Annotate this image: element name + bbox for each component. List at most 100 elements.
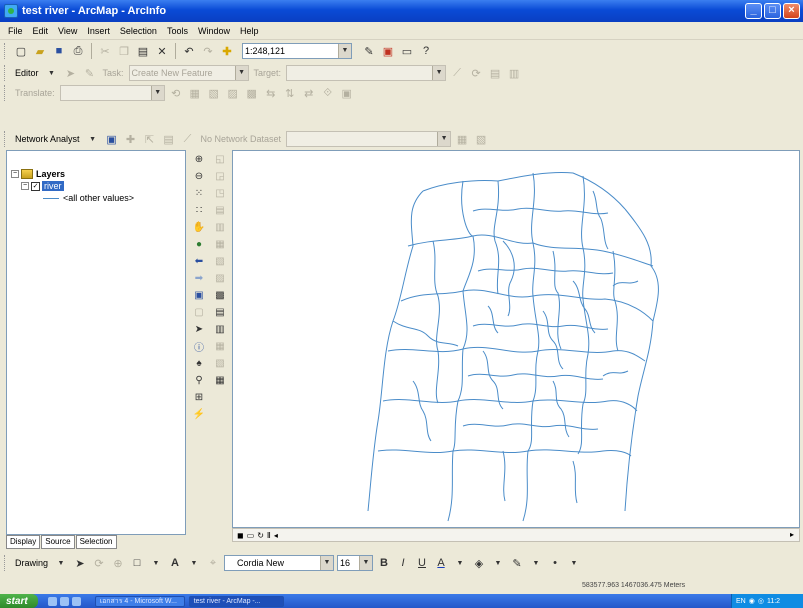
scroll-left-icon[interactable]: ◂ [274,531,278,540]
toc-layers-row[interactable]: − Layers [11,169,65,179]
chevron-down-icon[interactable]: ▼ [150,86,164,100]
add-data-icon[interactable]: ✚ [219,43,235,59]
chevron-down-icon[interactable]: ▼ [432,66,446,80]
tab-selection[interactable]: Selection [75,535,117,549]
go-to-xy-icon[interactable]: ⚲ [192,373,206,387]
menu-insert[interactable]: Insert [83,25,114,37]
new-document-icon[interactable]: ▢ [13,43,29,59]
tool-icon[interactable]: ▦ [187,85,203,101]
cut-icon[interactable]: ✂ [97,43,113,59]
find-icon[interactable]: ♠ [192,356,206,370]
chevron-down-icon[interactable]: ▼ [437,132,451,146]
copy-icon[interactable]: ❐ [116,43,132,59]
language-indicator[interactable]: EN [736,598,746,605]
tool-icon[interactable]: ◳ [213,186,227,200]
directions-icon[interactable]: ▧ [473,131,489,147]
zoom-to-element-icon[interactable]: ⊕ [110,555,126,571]
tool-icon[interactable]: ▧ [213,254,227,268]
attributes-icon[interactable]: ▤ [487,65,503,81]
clock[interactable]: 11:2 [767,598,780,605]
chevron-down-icon[interactable]: ▼ [528,555,544,571]
toolbar-grip[interactable] [4,555,7,571]
italic-button[interactable]: I [395,555,411,571]
taskbar-item-word[interactable]: เอกสาร 4 - Microsoft W... [94,595,185,607]
table-icon[interactable]: ▦ [213,373,227,387]
menu-edit[interactable]: Edit [29,25,53,37]
layout-scrollbar[interactable]: ◼ ▭ ↻ Ⅱ ◂ ▸ [232,528,800,542]
rotate-icon[interactable]: ⟲ [168,85,184,101]
hyperlink-icon[interactable]: ⚡ [192,407,206,421]
delete-icon[interactable]: ✕ [154,43,170,59]
bold-button[interactable]: B [376,555,392,571]
rotate-icon[interactable]: ⟳ [91,555,107,571]
data-view-icon[interactable]: ◼ [237,531,244,540]
font-size-combo[interactable]: 16 ▼ [337,555,374,571]
target-combo[interactable]: ▼ [286,65,447,81]
map-view[interactable] [232,150,800,528]
split-tool-icon[interactable]: ⟋ [449,65,465,81]
tool-icon[interactable]: ▣ [339,85,355,101]
chevron-down-icon[interactable]: ▼ [234,66,248,80]
close-button[interactable]: × [783,3,800,19]
chevron-down-icon[interactable]: ▼ [566,555,582,571]
edit-vertices-icon[interactable]: ⌖ [205,555,221,571]
previous-extent-icon[interactable]: ⬅ [192,254,206,268]
title-bar[interactable]: test river - ArcMap - ArcInfo _ □ × [0,0,803,22]
measure-icon[interactable]: ⊞ [192,390,206,404]
fill-color-icon[interactable]: ◈ [471,555,487,571]
tool-icon[interactable]: ⟐ [320,85,336,101]
translate-combo[interactable]: ▼ [59,85,165,101]
select-elements-icon[interactable]: ➤ [72,555,88,571]
menu-window[interactable]: Window [194,25,234,37]
chevron-down-icon[interactable]: ▼ [44,65,60,81]
network-dataset-combo[interactable]: ▼ [286,131,452,147]
tool-icon[interactable]: ▦ [213,237,227,251]
build-icon[interactable]: ⟋ [180,131,196,147]
tool-icon[interactable]: ▨ [225,85,241,101]
command-line-icon[interactable]: ▭ [399,43,415,59]
zoom-out-icon[interactable]: ⊖ [192,169,206,183]
new-text-icon[interactable]: A [167,555,183,571]
toc-layer-row[interactable]: − ✓ river [21,181,64,191]
solve-icon[interactable]: ▤ [161,131,177,147]
rectangle-icon[interactable]: □ [129,555,145,571]
sketch-properties-icon[interactable]: ▥ [506,65,522,81]
chevron-down-icon[interactable]: ▼ [452,555,468,571]
sketch-tool-icon[interactable]: ✎ [82,65,98,81]
editor-toolbar-icon[interactable]: ✎ [361,43,377,59]
arctoolbox-icon[interactable]: ▣ [380,43,396,59]
task-combo[interactable]: Create New Feature ▼ [128,65,249,81]
tool-icon[interactable]: ▨ [213,271,227,285]
collapse-icon[interactable]: − [11,170,19,178]
paste-icon[interactable]: ▤ [135,43,151,59]
chevron-down-icon[interactable]: ▼ [85,131,101,147]
maximize-button[interactable]: □ [764,3,781,19]
drawing-menu[interactable]: Drawing [13,558,50,568]
font-color-icon[interactable]: A [433,555,449,571]
select-elements-icon[interactable]: ➤ [192,322,206,336]
whats-this-icon[interactable]: ? [418,43,434,59]
fixed-zoom-in-icon[interactable]: ⁙ [192,186,206,200]
quick-launch-icon[interactable] [71,596,81,606]
chevron-down-icon[interactable]: ▼ [148,555,164,571]
tool-icon[interactable]: ▥ [213,220,227,234]
full-extent-icon[interactable]: ● [192,237,206,251]
menu-file[interactable]: File [4,25,27,37]
tab-source[interactable]: Source [41,535,75,549]
layer-name[interactable]: river [42,181,64,191]
tool-icon[interactable]: ◲ [213,169,227,183]
menu-tools[interactable]: Tools [163,25,192,37]
redo-icon[interactable]: ↷ [200,43,216,59]
quick-launch-icon[interactable] [47,596,57,606]
tray-icon[interactable]: ◉ [749,597,755,605]
solve-network-icon[interactable]: ▦ [454,131,470,147]
tool-icon[interactable]: ⇄ [301,85,317,101]
toolbar-grip[interactable] [4,65,7,81]
quick-launch-icon[interactable] [59,596,69,606]
network-window-icon[interactable]: ▣ [104,131,120,147]
toolbar-grip[interactable] [4,131,7,147]
clear-selection-icon[interactable]: ▢ [192,305,206,319]
line-color-icon[interactable]: ✎ [509,555,525,571]
tool-icon[interactable]: ▦ [213,339,227,353]
collapse-icon[interactable]: − [21,182,29,190]
